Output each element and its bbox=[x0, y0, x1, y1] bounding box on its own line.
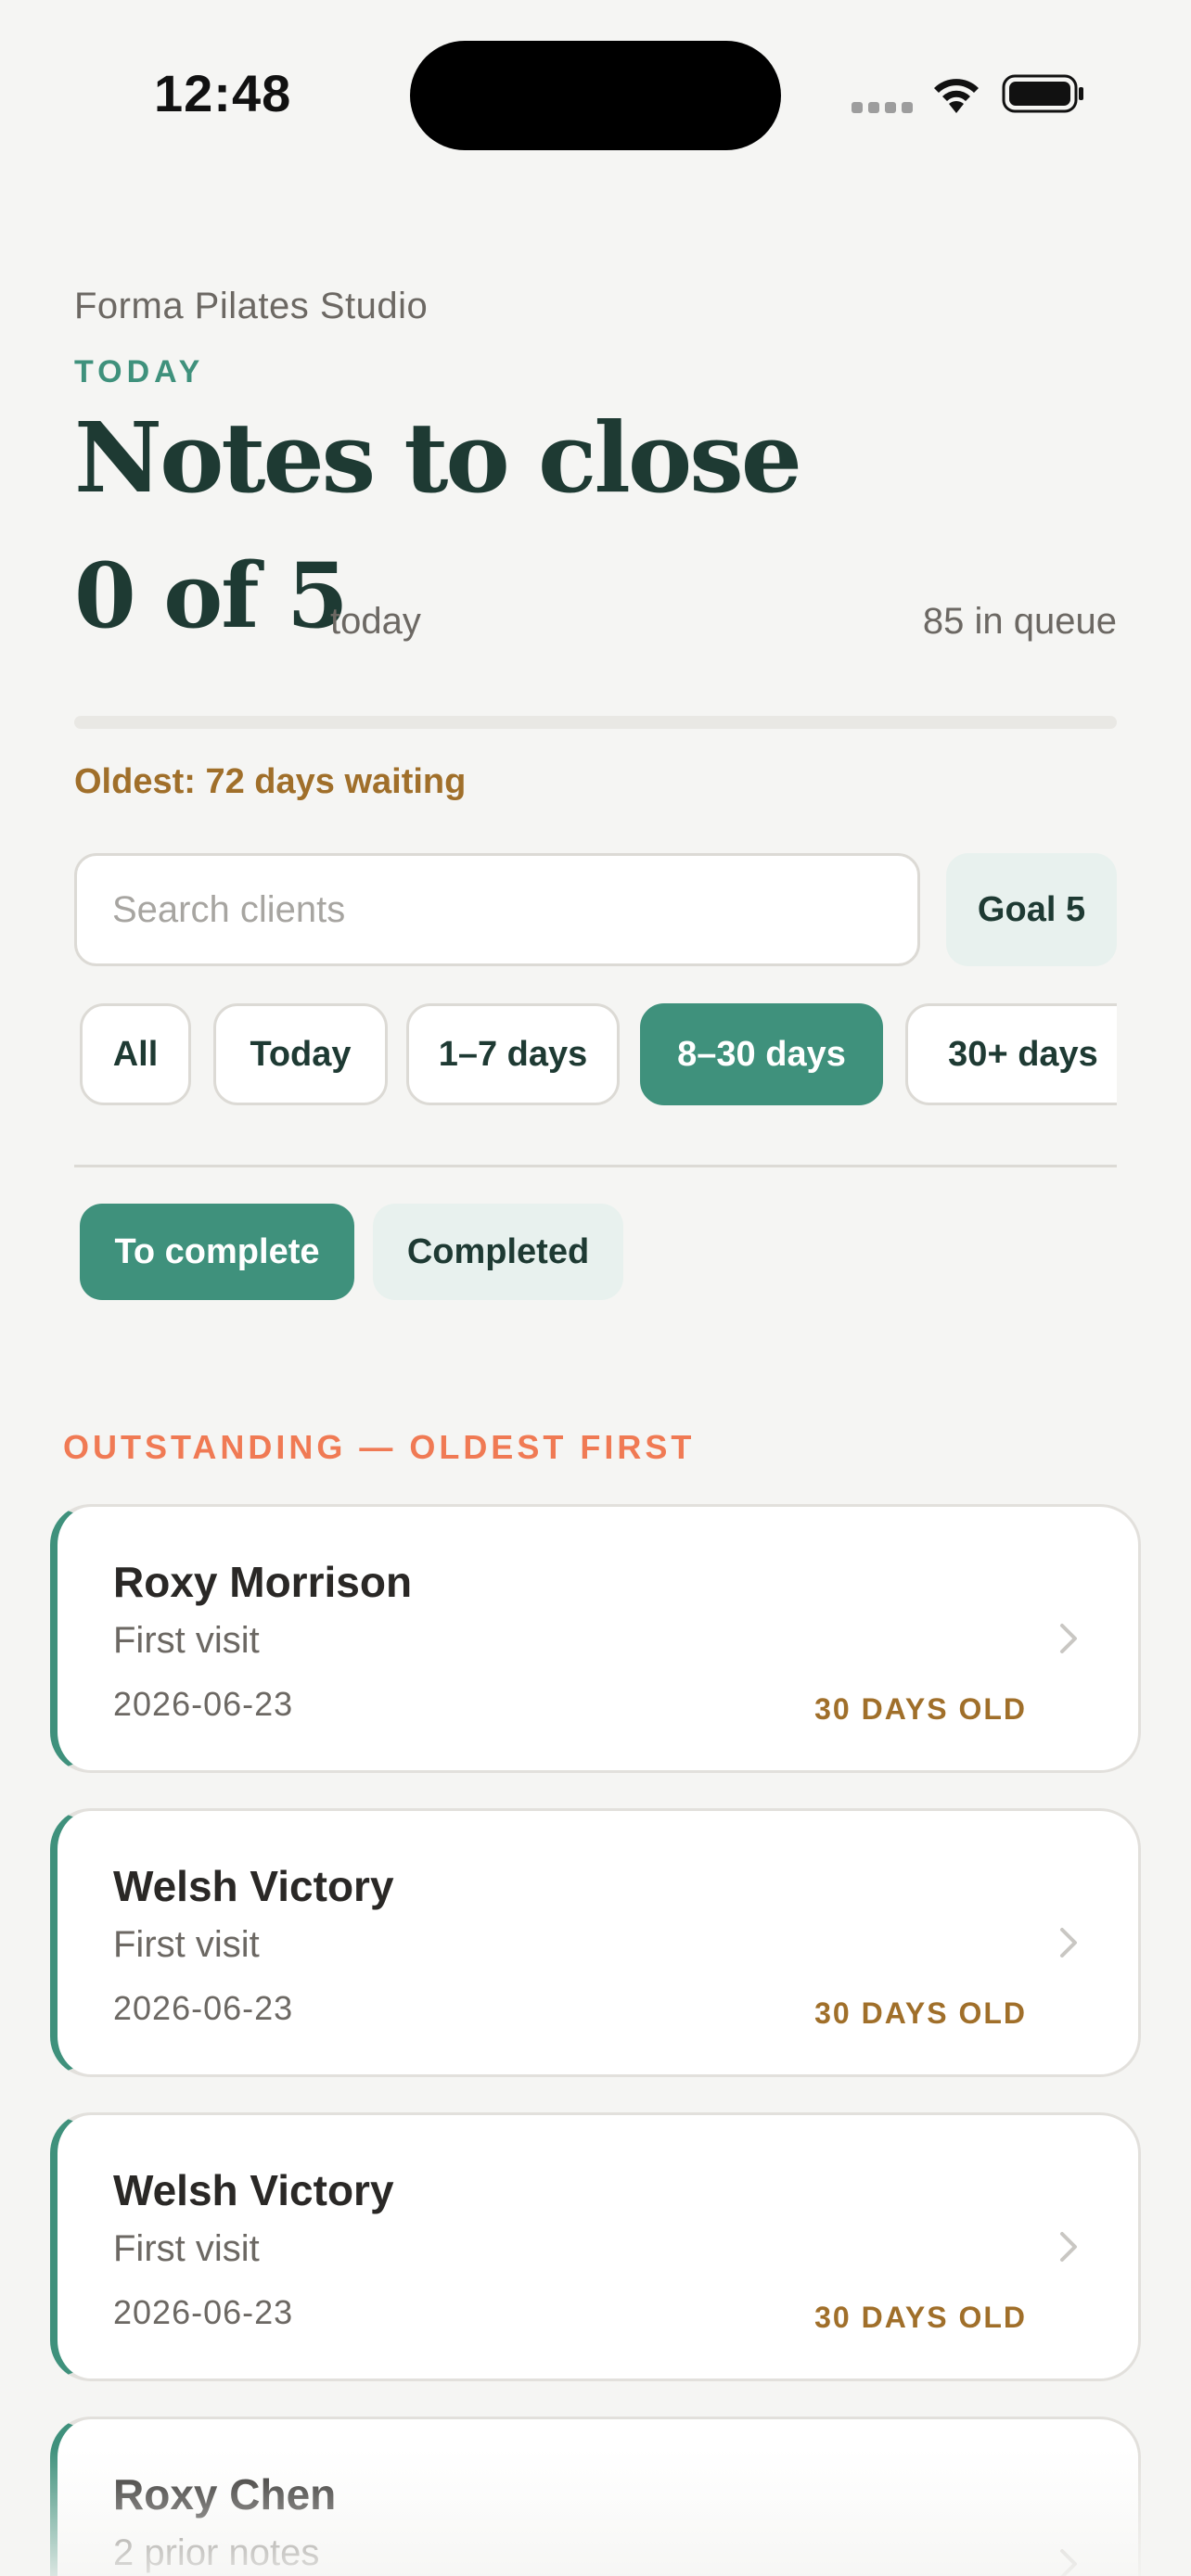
filter-chip-today[interactable]: Today bbox=[213, 1003, 388, 1105]
daily-progress: 0 of 5 today 85 in queue bbox=[74, 543, 1117, 655]
client-name: Roxy Chen bbox=[113, 2470, 337, 2519]
status-bar: 12:48 bbox=[0, 0, 1191, 185]
divider bbox=[74, 1165, 1117, 1167]
visit-type: First visit bbox=[113, 1924, 260, 1965]
chevron-right-icon bbox=[1060, 1624, 1077, 1653]
age-badge: 30 DAYS OLD bbox=[814, 1996, 1027, 2030]
note-date: 2026-06-23 bbox=[113, 1989, 294, 2027]
completed-suffix: today bbox=[330, 601, 421, 642]
completed-count: 0 of 5 bbox=[74, 543, 349, 648]
filter-chip-all[interactable]: All bbox=[80, 1003, 191, 1105]
wifi-icon bbox=[934, 79, 979, 113]
oldest-waiting: Oldest: 72 days waiting bbox=[74, 762, 467, 801]
note-date: 2026-06-23 bbox=[113, 1685, 294, 1723]
dynamic-island bbox=[410, 41, 781, 150]
search-input[interactable] bbox=[74, 853, 920, 966]
client-name: Welsh Victory bbox=[113, 1862, 394, 1910]
client-name: Welsh Victory bbox=[113, 2166, 394, 2214]
section-label: OUTSTANDING — OLDEST FIRST bbox=[63, 1428, 696, 1466]
studio-name: Forma Pilates Studio bbox=[74, 286, 429, 326]
chevron-right-icon bbox=[1060, 2232, 1077, 2262]
client-name: Roxy Morrison bbox=[113, 1558, 413, 1606]
chevron-right-icon bbox=[1060, 2549, 1077, 2576]
visit-type: First visit bbox=[113, 1620, 260, 1661]
filter-chip-30-plus-days[interactable]: 30+ days bbox=[905, 1003, 1117, 1105]
age-badge: 30 DAYS OLD bbox=[814, 1692, 1027, 1726]
progress-bar bbox=[74, 716, 1117, 729]
chevron-right-icon bbox=[1060, 1928, 1077, 1958]
queue-count: 85 in queue bbox=[922, 601, 1117, 642]
goal-button[interactable]: Goal 5 bbox=[946, 853, 1117, 966]
status-time: 12:48 bbox=[154, 64, 292, 122]
note-card[interactable]: Welsh Victory First visit 2026-06-23 30 … bbox=[50, 1808, 1141, 2077]
age-filter-chips: All Today 1–7 days 8–30 days 30+ days bbox=[80, 1003, 1117, 1107]
visit-type: 2 prior notes bbox=[113, 2532, 320, 2573]
filter-chip-1-7-days[interactable]: 1–7 days bbox=[406, 1003, 620, 1105]
tab-completed[interactable]: Completed bbox=[373, 1204, 623, 1300]
note-date: 2026-06-23 bbox=[113, 2293, 294, 2331]
today-eyebrow: TODAY bbox=[74, 354, 205, 389]
page-title: Notes to close bbox=[74, 401, 802, 515]
battery-icon bbox=[1002, 74, 1083, 113]
tab-to-complete[interactable]: To complete bbox=[80, 1204, 354, 1300]
note-card[interactable]: Roxy Chen 2 prior notes bbox=[50, 2417, 1141, 2576]
age-badge: 30 DAYS OLD bbox=[814, 2301, 1027, 2334]
note-card[interactable]: Welsh Victory First visit 2026-06-23 30 … bbox=[50, 2112, 1141, 2381]
filter-chip-8-30-days[interactable]: 8–30 days bbox=[640, 1003, 883, 1105]
cellular-signal-icon bbox=[852, 102, 913, 115]
note-card[interactable]: Roxy Morrison First visit 2026-06-23 30 … bbox=[50, 1504, 1141, 1773]
visit-type: First visit bbox=[113, 2228, 260, 2269]
